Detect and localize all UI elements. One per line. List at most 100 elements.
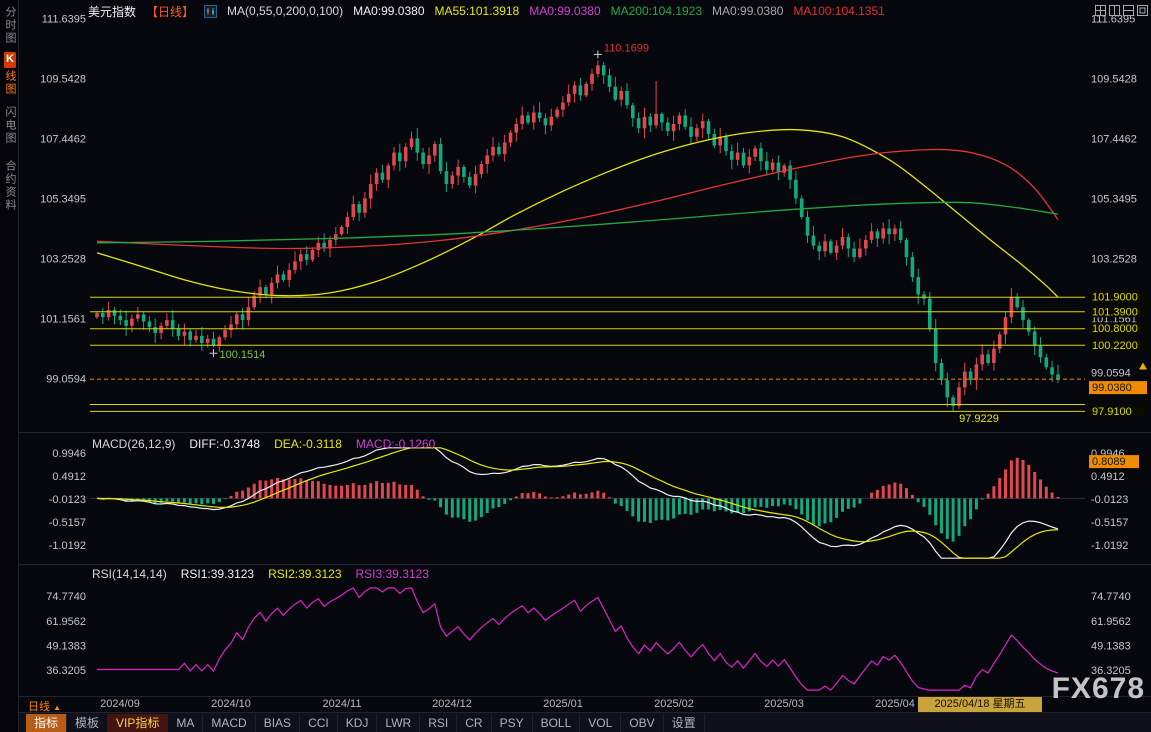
time-axis-label-2024/09: 2024/09 [100, 698, 140, 710]
ma-readout-0: MA(0,55,0,200,0,100) [227, 4, 343, 18]
ma-readout-3: MA0:99.0380 [529, 4, 600, 18]
toolbar-item-BIAS[interactable]: BIAS [256, 714, 300, 732]
svg-text:0.4912: 0.4912 [1091, 471, 1125, 483]
trading-app-window: 分时图K线图闪电图合约资料 110.1699100.151497.9229111… [0, 0, 1151, 732]
rsi-line [97, 588, 1058, 690]
ma-readout-4: MA200:104.1923 [611, 4, 702, 18]
toolbar-item-VOL[interactable]: VOL [580, 714, 621, 732]
svg-text:100.8000: 100.8000 [1092, 323, 1138, 335]
symbol-title: 美元指数 [88, 3, 136, 20]
toolbar-item-模板[interactable]: 模板 [67, 714, 108, 732]
current-date-badge: 2025/04/18 星期五 [918, 697, 1042, 712]
triangle-up-icon: ▲ [53, 703, 61, 712]
brand-watermark: FX678 [1052, 672, 1145, 706]
chart-header: 美元指数 【日线】 MA(0,55,0,200,0,100) MA0:99.038… [18, 0, 1001, 22]
svg-text:74.7740: 74.7740 [1091, 591, 1131, 603]
svg-text:-0.5157: -0.5157 [1091, 517, 1128, 529]
svg-text:97.9100: 97.9100 [1092, 406, 1132, 418]
toolbar-item-指标[interactable]: 指标 [26, 714, 67, 732]
toolbar-item-设置[interactable]: 设置 [664, 714, 705, 732]
svg-text:-1.0192: -1.0192 [49, 540, 86, 552]
svg-text:0.8089: 0.8089 [1092, 456, 1126, 468]
time-axis-label-2024/10: 2024/10 [211, 698, 251, 710]
current-price-badge: 99.0380 [1089, 381, 1147, 394]
sidebar-item-label: 分时图 [4, 6, 16, 45]
toolbar-item-LWR[interactable]: LWR [377, 714, 420, 732]
svg-text:0.9946: 0.9946 [52, 448, 86, 460]
ma-readout-2: MA55:101.3918 [435, 4, 520, 18]
kline-icon[interactable] [204, 5, 217, 18]
toolbar-item-OBV[interactable]: OBV [621, 714, 663, 732]
svg-text:107.4462: 107.4462 [40, 133, 86, 145]
ma-readout-5: MA0:99.0380 [712, 4, 783, 18]
svg-text:61.9562: 61.9562 [1091, 616, 1131, 628]
ma-readout-1: MA0:99.0380 [353, 4, 424, 18]
toolbar-item-CR[interactable]: CR [457, 714, 491, 732]
svg-text:101.3900: 101.3900 [1092, 306, 1138, 318]
svg-text:61.9562: 61.9562 [46, 616, 86, 628]
svg-text:101.9000: 101.9000 [1092, 292, 1138, 304]
toolbar-item-RSI[interactable]: RSI [420, 714, 457, 732]
toolbar-item-MA[interactable]: MA [168, 714, 203, 732]
svg-text:99.0594: 99.0594 [46, 374, 86, 386]
sidebar-item-label: 线图 [4, 70, 16, 96]
svg-text:-0.5157: -0.5157 [49, 517, 86, 529]
svg-text:101.1561: 101.1561 [40, 314, 86, 326]
svg-text:107.4462: 107.4462 [1091, 133, 1137, 145]
sidebar-item-分时图[interactable]: 分时图 [0, 6, 18, 45]
svg-text:99.0380: 99.0380 [1092, 382, 1132, 394]
time-axis-label-2025/04: 2025/04 [875, 698, 915, 710]
svg-text:99.0594: 99.0594 [1091, 368, 1131, 380]
svg-text:100.1514: 100.1514 [220, 349, 266, 361]
annotations-layer: 110.1699100.151497.9229 [209, 42, 998, 425]
sidebar-item-闪电图[interactable]: 闪电图 [0, 106, 18, 145]
sidebar-item-label: 闪电图 [4, 106, 16, 145]
toolbar-item-KDJ[interactable]: KDJ [338, 714, 378, 732]
svg-text:109.5428: 109.5428 [40, 73, 86, 85]
svg-text:105.3495: 105.3495 [1091, 193, 1137, 205]
toolbar-item-CCI[interactable]: CCI [300, 714, 338, 732]
macd-lines [97, 448, 1058, 558]
toolbar-item-VIP指标[interactable]: VIP指标 [108, 714, 168, 732]
sidebar-item-badge: K [4, 52, 16, 68]
svg-text:36.3205: 36.3205 [46, 665, 86, 677]
time-axis-label-2025/01: 2025/01 [543, 698, 583, 710]
layout-hsplit-icon[interactable] [1123, 3, 1134, 14]
layout-vsplit-icon[interactable] [1109, 3, 1120, 14]
svg-text:105.3495: 105.3495 [40, 193, 86, 205]
macd-histogram [97, 458, 1058, 542]
svg-text:74.7740: 74.7740 [46, 591, 86, 603]
time-axis-label-2024/11: 2024/11 [323, 698, 362, 710]
svg-text:103.2528: 103.2528 [1091, 253, 1137, 265]
svg-text:109.5428: 109.5428 [1091, 73, 1137, 85]
svg-text:49.1383: 49.1383 [46, 641, 86, 653]
indicator-toolbar: 指标模板VIP指标MAMACDBIASCCIKDJLWRRSICRPSYBOLL… [18, 712, 1151, 732]
period-tag: 【日线】 [146, 3, 194, 20]
sidebar-item-合约资料[interactable]: 合约资料 [0, 160, 18, 212]
layout-icon-group [1095, 3, 1148, 14]
time-axis-label-2024/12: 2024/12 [432, 698, 472, 710]
toolbar-item-PSY[interactable]: PSY [492, 714, 533, 732]
toolbar-item-BOLL[interactable]: BOLL [533, 714, 581, 732]
left-sidebar: 分时图 K 线图闪电图合约资料 [0, 0, 19, 732]
svg-text:49.1383: 49.1383 [1091, 641, 1131, 653]
sidebar-item-K线图[interactable]: K 线图 [0, 52, 18, 96]
price-chart-svg[interactable]: 110.1699100.151497.9229111.6395111.63951… [18, 0, 1151, 696]
time-axis: 日线 ▲ 2025/04/18 星期五 2024/092024/102024/1… [18, 696, 1151, 713]
time-axis-label-2025/02: 2025/02 [654, 698, 694, 710]
ma-readouts: MA(0,55,0,200,0,100) MA0:99.0380 MA55:101.… [227, 4, 885, 18]
layout-single-icon[interactable] [1137, 3, 1148, 14]
svg-text:-1.0192: -1.0192 [1091, 540, 1128, 552]
svg-text:100.2200: 100.2200 [1092, 340, 1138, 352]
svg-text:-0.0123: -0.0123 [1091, 494, 1128, 506]
svg-text:97.9229: 97.9229 [959, 413, 999, 425]
ma-readout-6: MA100:104.1351 [793, 4, 884, 18]
svg-text:0.4912: 0.4912 [52, 471, 86, 483]
toolbar-item-MACD[interactable]: MACD [203, 714, 255, 732]
svg-text:103.2528: 103.2528 [40, 253, 86, 265]
svg-text:-0.0123: -0.0123 [49, 494, 86, 506]
sidebar-item-label: 合约资料 [4, 160, 16, 212]
time-axis-label-2025/03: 2025/03 [764, 698, 804, 710]
chart-area[interactable]: 110.1699100.151497.9229111.6395111.63951… [18, 0, 1151, 696]
layout-quad-icon[interactable] [1095, 3, 1106, 14]
